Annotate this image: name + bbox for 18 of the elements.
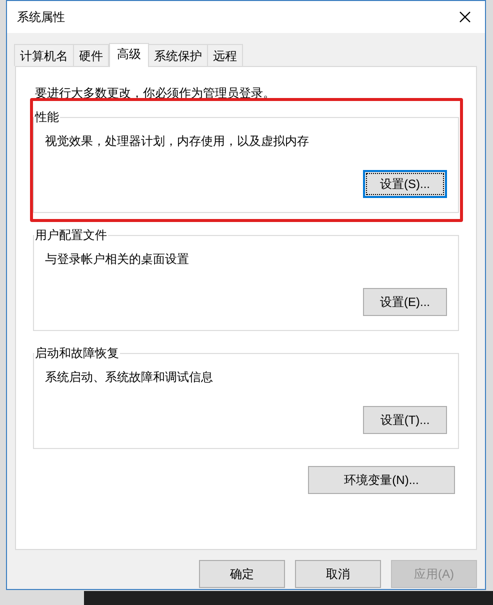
close-icon [459, 11, 471, 23]
group-title: 用户配置文件 [34, 227, 108, 244]
settings-button[interactable]: 设置(E)... [363, 288, 447, 316]
tab[interactable]: 高级 [109, 43, 149, 67]
settings-button[interactable]: 设置(S)... [363, 170, 447, 198]
tab[interactable]: 计算机名 [14, 44, 74, 66]
group-title: 启动和故障恢复 [34, 345, 120, 362]
window-title: 系统属性 [17, 9, 65, 26]
settings-button[interactable]: 设置(T)... [363, 406, 447, 434]
group-description: 系统启动、系统故障和调试信息 [45, 369, 214, 386]
tab[interactable]: 远程 [207, 44, 243, 66]
dialog-button[interactable]: 取消 [295, 560, 381, 588]
group-description: 视觉效果，处理器计划，内存使用，以及虚拟内存 [45, 133, 310, 150]
dialog-button[interactable]: 确定 [199, 560, 285, 588]
group-title: 性能 [34, 109, 60, 126]
tab[interactable]: 硬件 [73, 44, 109, 66]
environment-variables-button[interactable]: 环境变量(N)... [308, 466, 455, 494]
group-description: 与登录帐户相关的桌面设置 [45, 251, 190, 268]
